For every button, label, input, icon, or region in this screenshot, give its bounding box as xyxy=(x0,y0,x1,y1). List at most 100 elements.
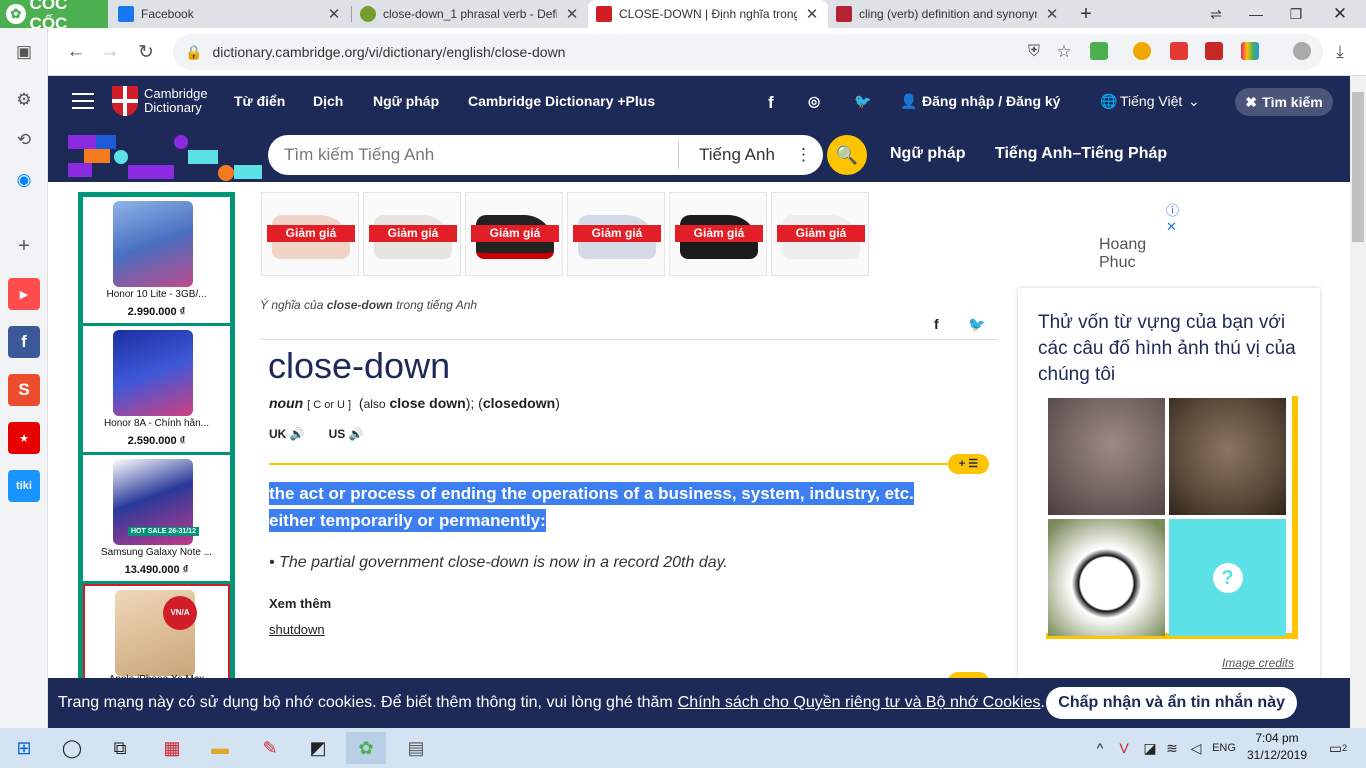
reload-button[interactable]: ↻ xyxy=(130,36,162,68)
image-credits-link[interactable]: Image credits xyxy=(1222,656,1294,670)
left-ad-banner[interactable]: Honor 10 Lite - 3GB/... 2.990.000 ₫ Hono… xyxy=(78,192,235,685)
nav-grammar[interactable]: Ngữ pháp xyxy=(373,93,439,109)
new-tab-button[interactable]: + xyxy=(1066,0,1106,28)
speaker-icon[interactable]: 🔊 xyxy=(349,427,364,441)
language-selector[interactable]: Tiếng Việt xyxy=(1120,93,1182,109)
download-icon[interactable]: ⤓ xyxy=(1324,36,1356,68)
login-link[interactable]: Đăng nhập / Đăng ký xyxy=(922,93,1060,109)
tab-cambridge-active[interactable]: CLOSE-DOWN | Định nghĩa trong T ✕ xyxy=(588,0,828,28)
close-tab-icon[interactable]: ✕ xyxy=(326,5,342,23)
dictionary-selector[interactable]: Tiếng Anh ⋮ xyxy=(678,141,823,169)
tab-close-down-phrasal[interactable]: close-down_1 phrasal verb - Defini ✕ xyxy=(352,0,588,28)
language-indicator[interactable]: ENG xyxy=(1204,732,1244,764)
add-shortcut-icon[interactable]: + xyxy=(8,230,40,262)
tab-search-icon[interactable]: ⇌ xyxy=(1196,0,1236,28)
ad-shoe[interactable]: Giảm giá xyxy=(669,192,767,276)
add-to-wordlist-button[interactable]: + ☰ xyxy=(948,454,989,474)
seal-image[interactable] xyxy=(1169,398,1286,515)
windows-start-icon[interactable]: ⊞ xyxy=(4,732,44,764)
nav-translate[interactable]: Dịch xyxy=(313,93,343,109)
close-tab-icon[interactable]: ✕ xyxy=(564,5,580,23)
quiz-widget[interactable]: Thử vốn từ vựng của bạn với các câu đố h… xyxy=(1018,288,1320,678)
sidebar-toggle-icon[interactable]: ▣ xyxy=(8,36,40,68)
ad-product[interactable]: VN/A Apple iPhone Xs Max xyxy=(83,584,230,685)
sticky-notes-icon[interactable]: ◩ xyxy=(298,732,338,764)
profile-avatar[interactable] xyxy=(1293,42,1311,60)
ad-product[interactable]: Honor 8A - Chính hãn... 2.590.000 ₫ xyxy=(83,326,230,452)
ad-shoe[interactable]: Giảm giá xyxy=(465,192,563,276)
accept-cookies-button[interactable]: Chấp nhận và ẩn tin nhắn này xyxy=(1046,687,1297,719)
file-explorer-icon[interactable]: ▬ xyxy=(200,732,240,764)
coccoc-menu-button[interactable]: ✿ CỐC CỐC xyxy=(0,0,108,33)
history-icon[interactable]: ⟲ xyxy=(8,124,40,156)
tab-facebook[interactable]: Facebook ✕ xyxy=(110,0,350,28)
definition[interactable]: the act or process of ending the operati… xyxy=(269,480,959,534)
facebook-shortcut-icon[interactable]: f xyxy=(8,326,40,358)
grammar-link[interactable]: Ngữ pháp xyxy=(890,145,966,163)
search-toggle-button[interactable]: ✖ Tìm kiếm xyxy=(1235,88,1333,116)
english-french-link[interactable]: Tiếng Anh–Tiếng Pháp xyxy=(995,145,1167,163)
youtube-icon[interactable]: ▶ xyxy=(8,278,40,310)
search-icon[interactable]: ◯ xyxy=(52,732,92,764)
ad-product[interactable]: HOT SALE 26-31/12 Samsung Galaxy Note ..… xyxy=(83,455,230,581)
task-view-icon[interactable]: ⧉ xyxy=(100,732,140,764)
forward-button[interactable]: → xyxy=(94,36,126,68)
maximize-button[interactable]: ❐ xyxy=(1276,0,1316,28)
ad-shoe[interactable]: Giảm giá xyxy=(771,192,869,276)
messenger-icon[interactable]: ◉ xyxy=(8,164,40,196)
ad-shoe[interactable]: Giảm giá xyxy=(261,192,359,276)
ad-product[interactable]: Honor 10 Lite - 3GB/... 2.990.000 ₫ xyxy=(83,197,230,323)
back-button[interactable]: ← xyxy=(60,36,92,68)
extension-icon[interactable] xyxy=(1205,42,1223,60)
site-logo[interactable]: Cambridge Dictionary xyxy=(112,86,208,116)
facebook-icon[interactable]: f xyxy=(768,93,774,113)
twitter-icon[interactable]: 🐦 xyxy=(854,93,871,110)
search-input[interactable]: Tìm kiếm Tiếng Anh xyxy=(268,145,678,165)
close-tab-icon[interactable]: ✕ xyxy=(804,5,820,23)
tiki-icon[interactable]: tiki xyxy=(8,470,40,502)
shopee-icon[interactable]: S xyxy=(8,374,40,406)
scrollbar-thumb[interactable] xyxy=(1352,92,1364,242)
speaker-icon[interactable]: 🔊 xyxy=(290,427,305,441)
nav-dictionary[interactable]: Từ điển xyxy=(234,93,285,109)
search-field[interactable]: Tìm kiếm Tiếng Anh Tiếng Anh ⋮ xyxy=(268,135,823,175)
extension-icon[interactable] xyxy=(1133,42,1151,60)
app-icon[interactable]: ▤ xyxy=(396,732,436,764)
coccoc-taskbar-icon[interactable]: ✿ xyxy=(346,732,386,764)
sendo-icon[interactable]: ★ xyxy=(8,422,40,454)
close-tab-icon[interactable]: ✕ xyxy=(1044,5,1060,23)
clock[interactable]: 7:04 pm 31/12/2019 xyxy=(1246,730,1308,764)
adblock-icon[interactable] xyxy=(1170,42,1188,60)
paint-icon[interactable]: ✎ xyxy=(250,732,290,764)
us-pron[interactable]: US 🔊 xyxy=(329,427,364,441)
notification-icon[interactable]: ▭ 2 xyxy=(1318,732,1358,764)
minimize-button[interactable]: — xyxy=(1236,0,1276,28)
tab-cling[interactable]: cling (verb) definition and synonym ✕ xyxy=(828,0,1068,28)
panda-image[interactable] xyxy=(1048,519,1165,636)
instagram-icon[interactable]: ◎ xyxy=(808,93,820,110)
ad-choices-icon[interactable]: ⓘ ✕ xyxy=(1166,200,1179,235)
privacy-policy-link[interactable]: Chính sách cho Quyền riêng tư và Bộ nhớ … xyxy=(678,694,1041,712)
window-close-button[interactable]: ✕ xyxy=(1320,0,1360,28)
shield-icon[interactable]: ⛨ xyxy=(1018,36,1050,68)
facebook-share-icon[interactable]: f xyxy=(934,316,939,332)
bookmark-star-icon[interactable]: ☆ xyxy=(1048,36,1080,68)
ad-shoe[interactable]: Giảm giá xyxy=(363,192,461,276)
hippo-image[interactable] xyxy=(1048,398,1165,515)
chevron-down-icon[interactable]: ⌄ xyxy=(1188,93,1200,110)
download-extension-icon[interactable] xyxy=(1090,42,1108,60)
uk-pron[interactable]: UK 🔊 xyxy=(269,427,305,441)
menu-icon[interactable] xyxy=(72,93,94,111)
ad-shoe[interactable]: Giảm giá xyxy=(567,192,665,276)
nav-plus[interactable]: Cambridge Dictionary +Plus xyxy=(468,93,655,109)
search-icon[interactable]: 🔍 xyxy=(827,135,867,175)
ad-brand[interactable]: Hoang Phuc xyxy=(1099,236,1146,272)
settings-icon[interactable]: ⚙ xyxy=(8,84,40,116)
app-icon[interactable]: ▦ xyxy=(152,732,192,764)
twitter-share-icon[interactable]: 🐦 xyxy=(968,316,985,333)
extension-icon[interactable] xyxy=(1241,42,1259,60)
quiz-image-grid[interactable]: ? xyxy=(1046,396,1298,639)
shoe-ad-banner[interactable]: Giảm giá Giảm giá Giảm giá Giảm giá Giảm… xyxy=(261,192,1179,278)
see-also-link[interactable]: shutdown xyxy=(269,622,325,637)
question-image[interactable]: ? xyxy=(1169,519,1286,636)
